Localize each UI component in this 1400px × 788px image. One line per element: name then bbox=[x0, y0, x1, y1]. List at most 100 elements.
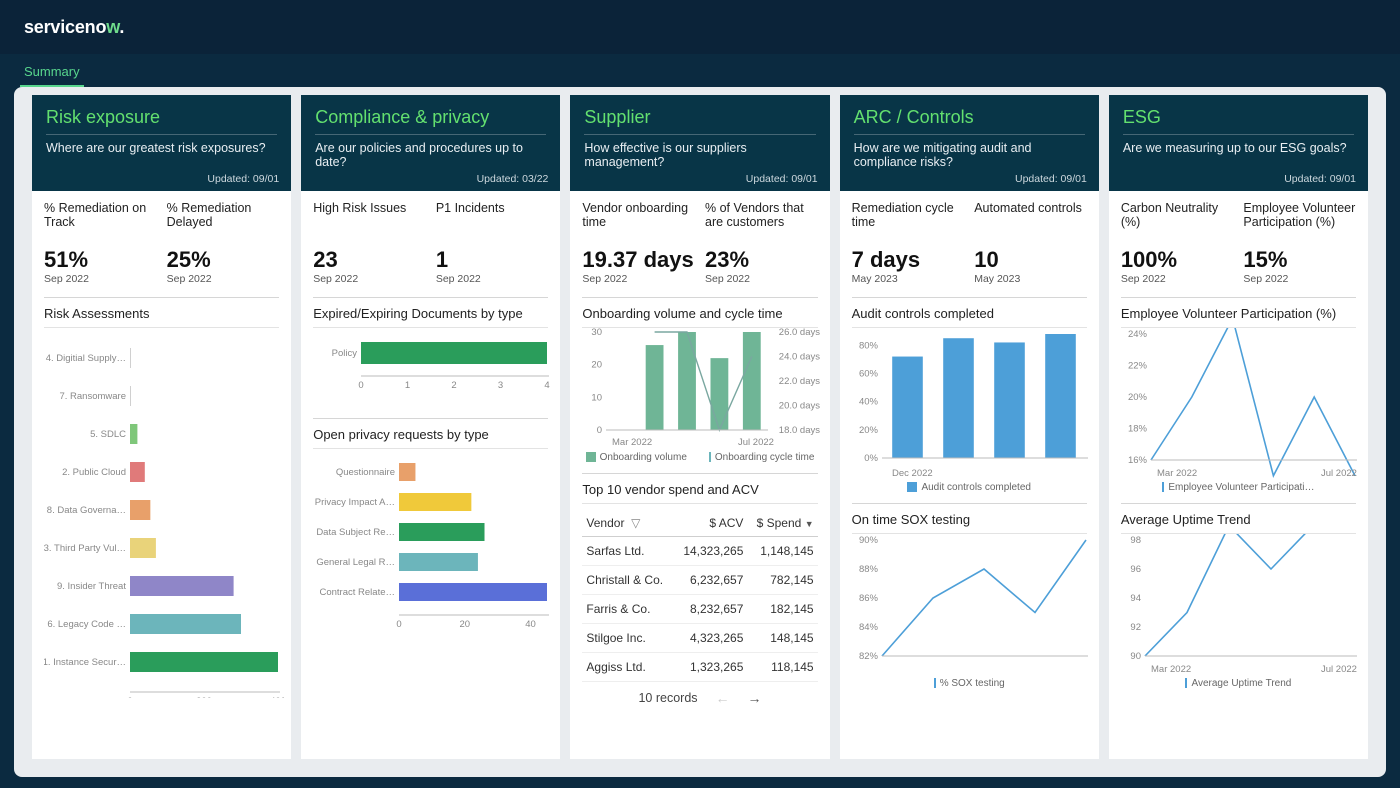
table-row[interactable]: Christall & Co.6,232,657782,145 bbox=[582, 566, 817, 595]
kpi-value: 25% bbox=[167, 247, 280, 273]
chart-legend: % SOX testing bbox=[852, 678, 1087, 689]
section-title: Open privacy requests by type bbox=[313, 418, 548, 449]
updated-label: Updated: 09/01 bbox=[207, 173, 279, 185]
svg-text:22.0 days: 22.0 days bbox=[779, 376, 820, 387]
card-body: % Remediation on Track 51% Sep 2022 % Re… bbox=[32, 191, 291, 759]
svg-text:General Legal R…: General Legal R… bbox=[317, 557, 396, 568]
table-row[interactable]: Aggiss Ltd.1,323,265118,145 bbox=[582, 653, 817, 682]
svg-text:40%: 40% bbox=[859, 397, 879, 408]
svg-text:20%: 20% bbox=[859, 425, 879, 436]
pager-next-icon[interactable]: → bbox=[748, 690, 762, 706]
updated-label: Updated: 09/01 bbox=[746, 173, 818, 185]
svg-text:Privacy Impact A…: Privacy Impact A… bbox=[315, 497, 395, 508]
chart-evp[interactable]: 16%18%20%22%24%Mar 2022Jul 2022 bbox=[1121, 328, 1361, 478]
updated-label: Updated: 09/01 bbox=[1284, 173, 1356, 185]
svg-text:4. Digitial Supply…: 4. Digitial Supply… bbox=[46, 353, 126, 364]
svg-text:1: 1 bbox=[405, 380, 410, 391]
chart-audit-controls[interactable]: 0%20%40%60%80%Dec 2022 bbox=[852, 328, 1092, 478]
chart-risk-assessments[interactable]: 4. Digitial Supply…7. Ransomware5. SDLC2… bbox=[44, 328, 284, 698]
filter-icon[interactable]: ▽ bbox=[631, 516, 640, 530]
kpi-value: 19.37 days bbox=[582, 247, 695, 273]
svg-text:2: 2 bbox=[452, 380, 457, 391]
sort-desc-icon[interactable]: ▼ bbox=[805, 519, 814, 529]
svg-text:2. Public Cloud: 2. Public Cloud bbox=[62, 467, 126, 478]
card-header: Supplier How effective is our suppliers … bbox=[570, 95, 829, 191]
table-pager: 10 records ← → bbox=[582, 682, 817, 706]
chart-onboarding[interactable]: 010203018.0 days20.0 days22.0 days24.0 d… bbox=[582, 328, 822, 448]
pager-prev-icon[interactable]: ← bbox=[716, 690, 730, 706]
chart-uptime[interactable]: 9092949698Mar 2022Jul 2022 bbox=[1121, 534, 1361, 674]
svg-text:200: 200 bbox=[196, 696, 212, 698]
section-title: On time SOX testing bbox=[852, 503, 1087, 534]
kpi-date: Sep 2022 bbox=[44, 273, 157, 285]
kpi-date: Sep 2022 bbox=[1243, 273, 1356, 285]
chart-sox-testing[interactable]: 82%84%86%88%90% bbox=[852, 534, 1092, 674]
chart-expired-docs[interactable]: Policy01234 bbox=[313, 328, 553, 408]
table-row[interactable]: Stilgoe Inc.4,323,265148,145 bbox=[582, 624, 817, 653]
brand-logo: servicenow. bbox=[24, 17, 124, 38]
card-title: Risk exposure bbox=[46, 107, 277, 135]
kpi-label: % of Vendors that are customers bbox=[705, 201, 818, 233]
tab-summary[interactable]: Summary bbox=[20, 60, 84, 87]
kpi-date: Sep 2022 bbox=[313, 273, 426, 285]
chart-legend: Audit controls completed bbox=[852, 482, 1087, 493]
svg-text:Jul 2022: Jul 2022 bbox=[1321, 664, 1357, 674]
svg-text:Mar 2022: Mar 2022 bbox=[612, 437, 652, 448]
kpi-value: 7 days bbox=[852, 247, 965, 273]
svg-text:0: 0 bbox=[597, 425, 602, 436]
svg-text:98: 98 bbox=[1130, 535, 1141, 546]
svg-text:20: 20 bbox=[592, 360, 603, 371]
svg-text:0: 0 bbox=[359, 380, 364, 391]
chart-legend: Onboarding volume Onboarding cycle time bbox=[582, 452, 817, 463]
kpi-date: May 2023 bbox=[852, 273, 965, 285]
kpi-date: Sep 2022 bbox=[167, 273, 280, 285]
svg-text:3. Third Party Vul…: 3. Third Party Vul… bbox=[44, 543, 126, 554]
card-subtitle: Where are our greatest risk exposures? bbox=[46, 141, 277, 155]
svg-text:16%: 16% bbox=[1128, 455, 1148, 466]
svg-text:1. Instance Secur…: 1. Instance Secur… bbox=[44, 657, 126, 668]
svg-text:Mar 2022: Mar 2022 bbox=[1157, 468, 1197, 478]
table-row[interactable]: Farris & Co.8,232,657182,145 bbox=[582, 595, 817, 624]
th-spend[interactable]: $ Spend ▼ bbox=[747, 510, 817, 537]
updated-label: Updated: 03/22 bbox=[477, 173, 549, 185]
svg-text:40: 40 bbox=[525, 619, 536, 630]
table-row[interactable]: Sarfas Ltd.14,323,2651,148,145 bbox=[582, 537, 817, 566]
svg-text:94: 94 bbox=[1130, 593, 1141, 604]
kpi-label: Vendor onboarding time bbox=[582, 201, 695, 233]
svg-text:3: 3 bbox=[498, 380, 503, 391]
kpi-date: Sep 2022 bbox=[705, 273, 818, 285]
section-title: Average Uptime Trend bbox=[1121, 503, 1356, 534]
svg-text:20: 20 bbox=[460, 619, 471, 630]
svg-text:400: 400 bbox=[270, 696, 284, 698]
kpi-date: Sep 2022 bbox=[1121, 273, 1234, 285]
svg-text:0%: 0% bbox=[864, 453, 878, 464]
svg-text:8. Data Governa…: 8. Data Governa… bbox=[47, 505, 126, 516]
kpi-value: 23 bbox=[313, 247, 426, 273]
kpi-label: % Remediation on Track bbox=[44, 201, 157, 233]
section-title: Audit controls completed bbox=[852, 297, 1087, 328]
updated-label: Updated: 09/01 bbox=[1015, 173, 1087, 185]
card-subtitle: Are our policies and procedures up to da… bbox=[315, 141, 546, 169]
svg-text:9. Insider Threat: 9. Insider Threat bbox=[57, 581, 126, 592]
card-compliance: Compliance & privacy Are our policies an… bbox=[301, 95, 560, 759]
svg-text:88%: 88% bbox=[859, 564, 879, 575]
svg-text:24%: 24% bbox=[1128, 329, 1148, 340]
kpi-value: 10 bbox=[974, 247, 1087, 273]
kpi-label: P1 Incidents bbox=[436, 201, 549, 233]
th-vendor[interactable]: Vendor ▽ bbox=[582, 510, 673, 537]
th-acv[interactable]: $ ACV bbox=[674, 510, 748, 537]
card-risk: Risk exposure Where are our greatest ris… bbox=[32, 95, 291, 759]
chart-privacy-requests[interactable]: QuestionnairePrivacy Impact A…Data Subje… bbox=[313, 449, 553, 639]
chart-legend: Average Uptime Trend bbox=[1121, 678, 1356, 689]
svg-text:18.0 days: 18.0 days bbox=[779, 425, 820, 436]
svg-text:Dec 2022: Dec 2022 bbox=[892, 468, 933, 478]
svg-text:90%: 90% bbox=[859, 535, 879, 546]
app-header: servicenow. bbox=[0, 0, 1400, 54]
svg-text:86%: 86% bbox=[859, 593, 879, 604]
card-arc: ARC / Controls How are we mitigating aud… bbox=[840, 95, 1099, 759]
chart-legend: Employee Volunteer Participati… bbox=[1121, 482, 1356, 493]
section-title: Risk Assessments bbox=[44, 297, 279, 328]
vendor-table[interactable]: Vendor ▽ $ ACV $ Spend ▼ Sarfas Ltd.14,3… bbox=[582, 510, 817, 682]
section-title: Expired/Expiring Documents by type bbox=[313, 297, 548, 328]
svg-text:82%: 82% bbox=[859, 651, 879, 662]
